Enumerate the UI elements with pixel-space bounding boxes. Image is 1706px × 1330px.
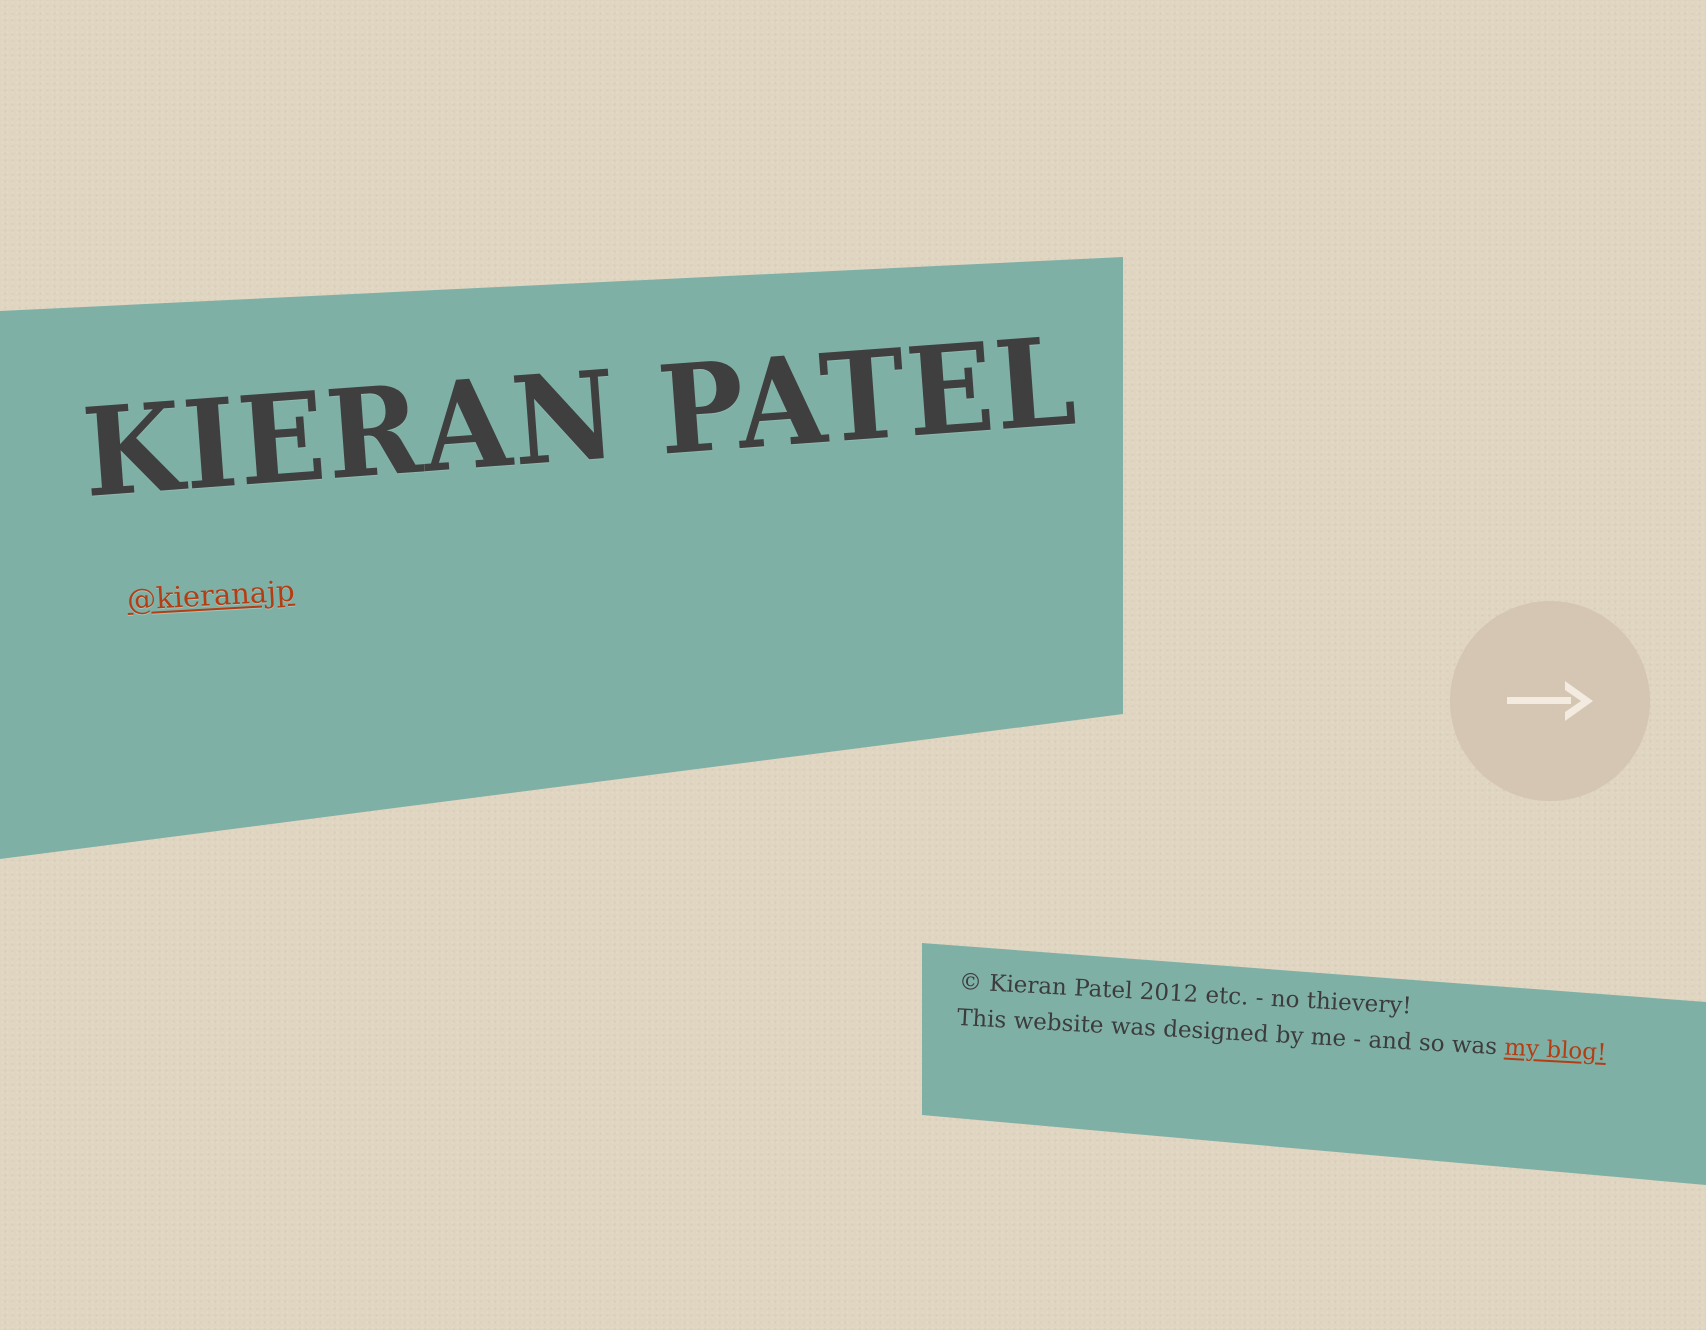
decorative-panels (0, 0, 1706, 1330)
page-title: KIERAN PATEL (78, 308, 1082, 525)
footer: © Kieran Patel 2012 etc. - no thievery! … (956, 964, 1609, 1071)
right-arrow-icon (1507, 681, 1593, 721)
next-button[interactable] (1450, 601, 1650, 801)
blog-link[interactable]: my blog! (1504, 1035, 1607, 1066)
twitter-link[interactable]: @kieranajp (126, 574, 295, 617)
